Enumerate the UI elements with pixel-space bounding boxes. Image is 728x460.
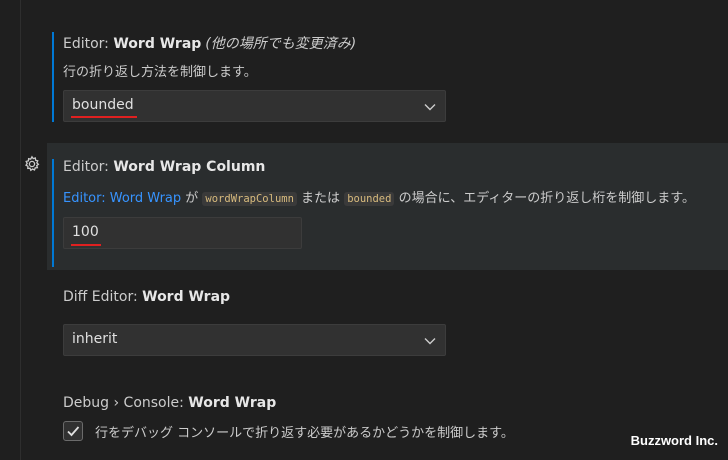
modified-elsewhere-note[interactable]: (他の場所でも変更済み) — [205, 36, 356, 52]
setting-title: Debug › Console: Word Wrap — [63, 395, 276, 411]
code-bounded: bounded — [344, 192, 395, 206]
checkmark-icon — [67, 426, 80, 437]
setting-link-word-wrap[interactable]: Editor: Word Wrap — [63, 191, 181, 206]
desc-text: の場合に、エディターの折り返し桁を制御します。 — [394, 191, 695, 206]
setting-name: Word Wrap — [142, 289, 231, 305]
setting-category: Editor: — [63, 159, 114, 175]
input-value: 100 — [72, 224, 99, 240]
setting-description: Editor: Word Wrap が wordWrapColumn または b… — [63, 187, 695, 206]
setting-name: Word Wrap Column — [113, 159, 266, 175]
setting-category: Diff Editor: — [63, 289, 143, 305]
watermark: Buzzword Inc. — [630, 433, 718, 448]
debug-word-wrap-checkbox[interactable] — [63, 421, 83, 441]
setting-editor-word-wrap: Editor: Word Wrap (他の場所でも変更済み) 行の折り返し方法を制… — [47, 28, 728, 124]
select-value: bounded — [72, 97, 134, 113]
chevron-down-icon — [424, 104, 436, 111]
highlight-underline — [71, 244, 101, 246]
setting-category: Editor: — [63, 36, 114, 52]
setting-debug-console-word-wrap: Debug › Console: Word Wrap — [47, 392, 728, 416]
gear-icon[interactable] — [23, 155, 41, 173]
focus-indicator — [52, 32, 54, 122]
desc-text: または — [296, 191, 345, 206]
checkbox-label: 行をデバッグ コンソールで折り返す必要があるかどうかを制御します。 — [95, 426, 514, 441]
setting-description: 行の折り返し方法を制御します。 — [63, 65, 257, 80]
setting-title: Editor: Word Wrap (他の場所でも変更済み) — [63, 33, 356, 53]
setting-title: Diff Editor: Word Wrap — [63, 289, 230, 305]
editor-gutter-divider — [20, 0, 21, 460]
focus-indicator — [52, 159, 54, 267]
setting-diff-editor-word-wrap: Diff Editor: Word Wrap inherit — [47, 286, 728, 366]
select-value: inherit — [72, 331, 118, 347]
setting-name: Word Wrap — [113, 36, 202, 52]
setting-editor-word-wrap-column: Editor: Word Wrap Column Editor: Word Wr… — [47, 143, 728, 270]
diff-word-wrap-select[interactable]: inherit — [63, 324, 446, 356]
code-word-wrap-column: wordWrapColumn — [202, 192, 297, 206]
highlight-underline — [71, 116, 137, 118]
setting-title: Editor: Word Wrap Column — [63, 159, 265, 175]
desc-text: が — [181, 191, 203, 206]
setting-name: Word Wrap — [188, 395, 277, 411]
chevron-down-icon — [424, 338, 436, 345]
setting-category: Debug › Console: — [63, 395, 189, 411]
